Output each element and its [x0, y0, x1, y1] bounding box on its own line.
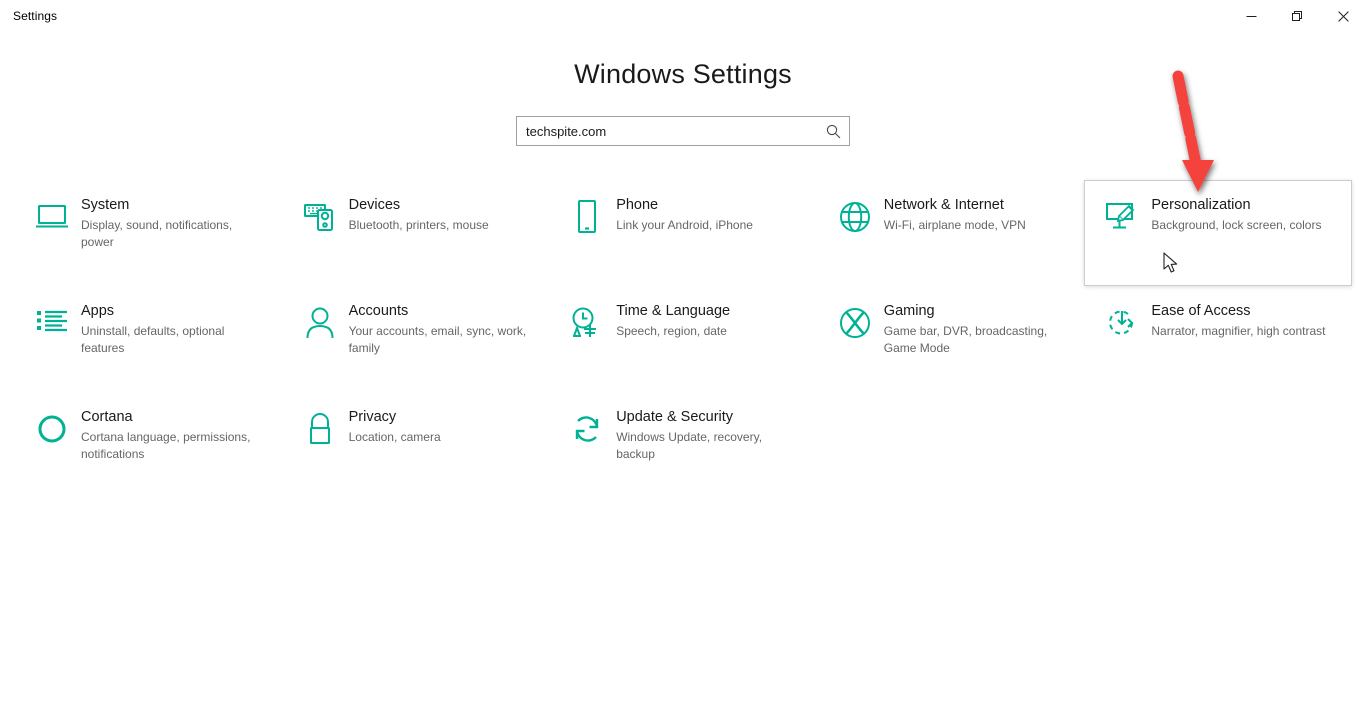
- tile-title: Phone: [616, 197, 658, 213]
- devices-icon: [297, 196, 343, 238]
- phone-icon: [564, 196, 610, 238]
- tile-text: Accounts Your accounts, email, sync, wor…: [343, 301, 529, 357]
- tile-title: Devices: [349, 197, 401, 213]
- tile-text: System Display, sound, notifications, po…: [75, 195, 261, 251]
- system-icon: [29, 196, 75, 238]
- time-language-icon: [564, 302, 610, 344]
- search-box[interactable]: [516, 116, 850, 146]
- settings-tile-apps[interactable]: Apps Uninstall, defaults, optional featu…: [14, 286, 282, 392]
- tile-text: Apps Uninstall, defaults, optional featu…: [75, 301, 261, 357]
- settings-tile-time-language[interactable]: Time & Language Speech, region, date: [549, 286, 817, 392]
- tile-title: Privacy: [349, 409, 397, 425]
- tile-desc: Cortana language, permissions, notificat…: [81, 429, 261, 463]
- tile-text: Time & Language Speech, region, date: [610, 301, 730, 340]
- tile-desc: Speech, region, date: [616, 323, 730, 340]
- settings-tile-privacy[interactable]: Privacy Location, camera: [282, 392, 550, 498]
- settings-tile-gaming[interactable]: Gaming Game bar, DVR, broadcasting, Game…: [817, 286, 1085, 392]
- tile-desc: Wi-Fi, airplane mode, VPN: [884, 217, 1026, 234]
- settings-tile-cortana[interactable]: Cortana Cortana language, permissions, n…: [14, 392, 282, 498]
- tile-title: Apps: [81, 303, 114, 319]
- gaming-icon: [832, 302, 878, 344]
- tile-desc: Background, lock screen, colors: [1151, 217, 1321, 234]
- minimize-button[interactable]: [1228, 0, 1274, 32]
- apps-icon: [29, 302, 75, 344]
- personalization-icon: [1099, 196, 1145, 238]
- tile-desc: Narrator, magnifier, high contrast: [1151, 323, 1325, 340]
- tile-text: Privacy Location, camera: [343, 407, 441, 446]
- settings-tile-network-internet[interactable]: Network & Internet Wi-Fi, airplane mode,…: [817, 180, 1085, 286]
- tile-title: Network & Internet: [884, 197, 1004, 213]
- cortana-icon: [29, 408, 75, 450]
- window-title: Settings: [0, 9, 57, 23]
- settings-tile-system[interactable]: System Display, sound, notifications, po…: [14, 180, 282, 286]
- window-controls: [1228, 0, 1366, 32]
- tile-text: Personalization Background, lock screen,…: [1145, 195, 1321, 234]
- tile-title: Time & Language: [616, 303, 730, 319]
- tile-text: Cortana Cortana language, permissions, n…: [75, 407, 261, 463]
- tile-desc: Windows Update, recovery, backup: [616, 429, 796, 463]
- tile-title: Gaming: [884, 303, 935, 319]
- search-icon[interactable]: [823, 121, 843, 141]
- tile-text: Update & Security Windows Update, recove…: [610, 407, 796, 463]
- page-title: Windows Settings: [0, 59, 1366, 90]
- tile-desc: Uninstall, defaults, optional features: [81, 323, 261, 357]
- update-security-icon: [564, 408, 610, 450]
- privacy-icon: [297, 408, 343, 450]
- settings-tile-accounts[interactable]: Accounts Your accounts, email, sync, wor…: [282, 286, 550, 392]
- settings-tile-devices[interactable]: Devices Bluetooth, printers, mouse: [282, 180, 550, 286]
- tile-desc: Display, sound, notifications, power: [81, 217, 261, 251]
- tile-desc: Link your Android, iPhone: [616, 217, 753, 234]
- tile-text: Network & Internet Wi-Fi, airplane mode,…: [878, 195, 1026, 234]
- ease-of-access-icon: [1099, 302, 1145, 344]
- tile-text: Devices Bluetooth, printers, mouse: [343, 195, 489, 234]
- network-icon: [832, 196, 878, 238]
- tile-title: Accounts: [349, 303, 409, 319]
- search-input[interactable]: [526, 124, 823, 139]
- settings-tile-personalization[interactable]: Personalization Background, lock screen,…: [1084, 180, 1352, 286]
- tile-desc: Game bar, DVR, broadcasting, Game Mode: [884, 323, 1064, 357]
- settings-grid: System Display, sound, notifications, po…: [14, 180, 1352, 498]
- close-button[interactable]: [1320, 0, 1366, 32]
- title-bar: Settings: [0, 0, 1366, 32]
- tile-title: Personalization: [1151, 197, 1250, 213]
- search-area: [0, 116, 1366, 146]
- settings-tile-ease-of-access[interactable]: Ease of Access Narrator, magnifier, high…: [1084, 286, 1352, 392]
- tile-text: Phone Link your Android, iPhone: [610, 195, 753, 234]
- tile-desc: Location, camera: [349, 429, 441, 446]
- settings-tile-update-security[interactable]: Update & Security Windows Update, recove…: [549, 392, 817, 498]
- tile-desc: Your accounts, email, sync, work, family: [349, 323, 529, 357]
- accounts-icon: [297, 302, 343, 344]
- tile-title: Ease of Access: [1151, 303, 1250, 319]
- tile-desc: Bluetooth, printers, mouse: [349, 217, 489, 234]
- tile-title: Update & Security: [616, 409, 733, 425]
- settings-tile-phone[interactable]: Phone Link your Android, iPhone: [549, 180, 817, 286]
- restore-button[interactable]: [1274, 0, 1320, 32]
- tile-text: Ease of Access Narrator, magnifier, high…: [1145, 301, 1325, 340]
- tile-text: Gaming Game bar, DVR, broadcasting, Game…: [878, 301, 1064, 357]
- tile-title: System: [81, 197, 129, 213]
- tile-title: Cortana: [81, 409, 133, 425]
